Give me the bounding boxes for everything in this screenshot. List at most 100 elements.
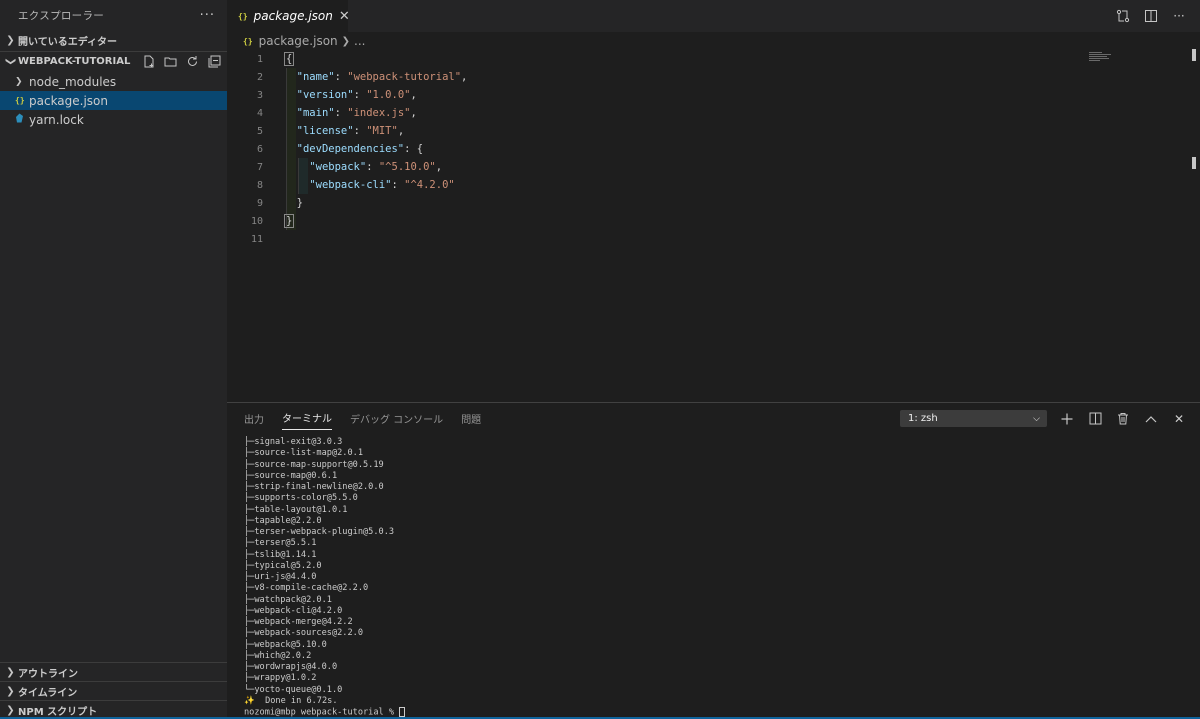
project-label: WEBPACK-TUTORIAL (18, 56, 131, 67)
tab-debug-console[interactable]: デバッグ コンソール (350, 411, 443, 426)
open-changes-icon[interactable] (1116, 9, 1130, 23)
code-editor[interactable]: 1 { 2 "name": "webpack-tutorial", 3 "ver… (227, 50, 1200, 248)
split-editor-icon[interactable] (1144, 9, 1158, 23)
code-line: 8 "webpack-cli": "^4.2.0" (227, 176, 1200, 194)
json-value: "^4.2.0" (404, 179, 455, 191)
breadcrumb-more[interactable]: ... (354, 34, 365, 48)
terminal-line: ├─tapable@2.2.0 (244, 515, 322, 526)
chevron-right-icon: ❯ (341, 35, 351, 47)
minimap[interactable] (1089, 52, 1111, 64)
terminal-line: ├─uri-js@4.4.0 (244, 572, 317, 582)
terminal-line: ├─typical@5.2.0 (244, 560, 322, 571)
code-line: 1 { (227, 50, 1200, 68)
terminal-line: ├─webpack-cli@4.2.0 (244, 605, 343, 616)
chevron-up-icon[interactable] (1144, 412, 1158, 426)
tree-item-label: yarn.lock (29, 112, 84, 127)
breadcrumb-file[interactable]: package.json (259, 34, 338, 48)
line-number: 6 (256, 143, 263, 155)
timeline-section[interactable]: ❯ タイムライン (0, 681, 227, 700)
tab-package-json[interactable]: {} package.json ✕ (227, 0, 350, 32)
open-editors-section[interactable]: ❯ 開いているエディター (0, 30, 227, 50)
outline-section[interactable]: ❯ アウトライン (0, 662, 227, 681)
terminal-done-line: ✨ Done in 6.72s. (244, 696, 405, 707)
json-file-icon: {} (15, 96, 25, 105)
sparkles-icon: ✨ (244, 695, 255, 706)
terminal-line: ├─terser-webpack-plugin@5.0.3 (244, 527, 395, 537)
terminal-line: ├─wordwrapjs@4.0.0 (244, 662, 338, 672)
line-number: 10 (250, 215, 263, 227)
close-icon[interactable]: ✕ (1172, 412, 1186, 426)
prompt-text: nozomi@mbp webpack-tutorial % (244, 707, 400, 718)
json-key: "webpack-cli" (309, 179, 392, 191)
terminal-line: ├─webpack@5.10.0 (244, 639, 327, 650)
terminal-line: ├─source-map@0.6.1 (244, 470, 338, 481)
terminal-line: ├─strip-final-newline@2.0.0 (244, 482, 384, 492)
line-number: 3 (256, 89, 263, 101)
refresh-icon[interactable] (185, 55, 199, 69)
scrollbar-marker (1192, 157, 1196, 169)
more-actions-icon[interactable]: ··· (200, 8, 215, 23)
editor-area: {} package.json ✕ ··· {} package.json ❯ … (227, 0, 1200, 402)
split-terminal-icon[interactable] (1088, 412, 1102, 426)
terminal-line: ├─which@2.0.2 (244, 650, 312, 661)
terminal-line: ├─webpack-sources@2.2.0 (244, 628, 363, 639)
code-line: 3 "version": "1.0.0", (227, 86, 1200, 104)
new-terminal-icon[interactable] (1060, 412, 1074, 426)
collapse-all-icon[interactable] (207, 55, 221, 69)
trash-icon[interactable] (1116, 412, 1130, 426)
tab-label: package.json (253, 9, 333, 23)
json-file-icon: {} (243, 36, 253, 46)
json-key: "version" (296, 89, 354, 101)
terminal-output[interactable]: ├─signal-exit@3.0.3 ├─source-list-map@2.… (244, 437, 406, 718)
json-key: "main" (296, 107, 335, 119)
tree-item-node-modules[interactable]: ❯ node_modules (0, 72, 227, 91)
tab-output[interactable]: 出力 (244, 411, 264, 426)
chevron-down-icon: ⌵ (1033, 413, 1040, 424)
breadcrumb: {} package.json ❯ ... (227, 32, 1200, 50)
more-actions-icon[interactable]: ··· (1172, 9, 1186, 23)
json-value: "1.0.0" (366, 89, 411, 101)
open-editors-label: 開いているエディター (18, 36, 117, 48)
project-section[interactable]: ❯ WEBPACK-TUTORIAL (0, 51, 227, 71)
new-folder-icon[interactable] (163, 55, 177, 69)
json-key: "license" (296, 125, 354, 137)
chevron-right-icon: ❯ (6, 666, 15, 678)
json-file-icon: {} (238, 11, 248, 21)
sidebar-bottom-sections: ❯ アウトライン ❯ タイムライン ❯ NPM スクリプト (0, 662, 227, 719)
code-line: 5 "license": "MIT", (227, 122, 1200, 140)
new-file-icon[interactable] (141, 55, 155, 69)
scrollbar-marker (1192, 49, 1196, 61)
tree-item-package-json[interactable]: {} package.json (0, 91, 227, 110)
line-number: 7 (256, 161, 263, 173)
explorer-header: エクスプローラー ··· (0, 0, 227, 30)
tab-problems[interactable]: 問題 (461, 411, 481, 426)
terminal-select[interactable]: 1: zsh ⌵ (900, 410, 1047, 427)
json-key: "webpack" (309, 161, 367, 173)
bottom-panel: 出力 ターミナル デバッグ コンソール 問題 1: zsh ⌵ ✕ ├─sign… (227, 402, 1200, 719)
panel-tabs: 出力 ターミナル デバッグ コンソール 問題 (227, 403, 1200, 433)
terminal-line: ├─terser@5.5.1 (244, 538, 317, 549)
json-key: "name" (296, 71, 335, 83)
code-line: 11 (227, 230, 1200, 248)
code-line: 2 "name": "webpack-tutorial", (227, 68, 1200, 86)
terminal-line: ├─source-list-map@2.0.1 (244, 448, 363, 459)
line-number: 8 (256, 179, 263, 191)
terminal-cursor (399, 707, 406, 717)
close-icon[interactable]: ✕ (339, 9, 350, 24)
line-number: 2 (256, 71, 263, 83)
tree-item-label: node_modules (29, 74, 117, 89)
npm-scripts-label: NPM スクリプト (18, 706, 98, 718)
chevron-right-icon: ❯ (15, 76, 23, 87)
chevron-right-icon: ❯ (6, 685, 15, 697)
code-line: 4 "main": "index.js", (227, 104, 1200, 122)
explorer-title: エクスプローラー (18, 9, 105, 22)
code-line: 7 "webpack": "^5.10.0", (227, 158, 1200, 176)
terminal-line: ├─tslib@1.14.1 (244, 549, 317, 560)
outline-label: アウトライン (18, 668, 78, 680)
line-number: 11 (250, 233, 263, 245)
yarn-file-icon (15, 113, 29, 126)
tab-terminal[interactable]: ターミナル (282, 410, 332, 430)
terminal-line: ├─webpack-merge@4.2.2 (244, 617, 353, 627)
tree-item-yarn-lock[interactable]: yarn.lock (0, 110, 227, 129)
tree-item-label: package.json (29, 93, 109, 108)
